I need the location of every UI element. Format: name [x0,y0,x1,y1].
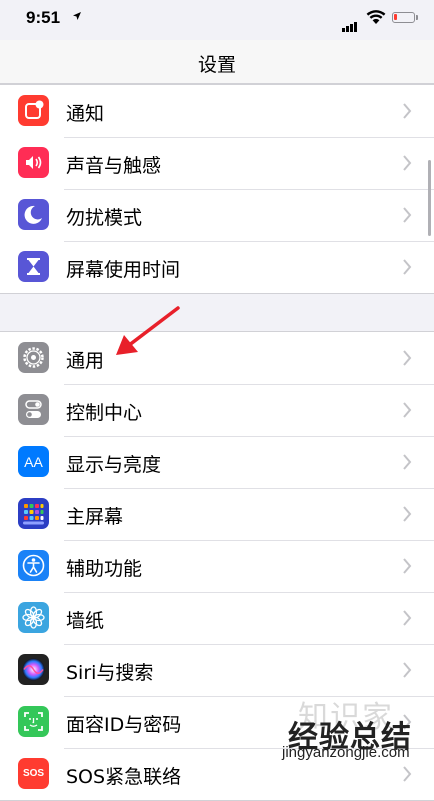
battery-level [394,14,397,20]
row-label: 通知 [66,103,105,125]
chevron-right-icon [403,558,412,574]
moon-icon [18,199,49,230]
settings-row-screen-time[interactable]: 屏幕使用时间 [0,241,434,293]
settings-row-face-id[interactable]: 面容ID与密码 [0,696,434,748]
battery-nub [416,15,418,20]
row-label: 控制中心 [66,402,143,424]
settings-row-wallpaper[interactable]: 墙纸 [0,592,434,644]
chevron-right-icon [403,402,412,418]
row-label: 墙纸 [66,610,105,632]
row-label: 通用 [66,350,105,372]
row-label: 主屏幕 [66,506,124,528]
settings-row-siri[interactable]: Siri与搜索 [0,644,434,696]
chevron-right-icon [403,714,412,730]
settings-row-general[interactable]: 通用 [0,332,434,384]
sos-icon-text: SOS [22,768,45,779]
sos-icon: SOS [18,758,49,789]
settings-row-sounds[interactable]: 声音与触感 [0,137,434,189]
aa-icon-text: AA [24,453,43,470]
settings-row-emergency-sos[interactable]: SOS SOS紧急联络 [0,748,434,800]
row-label: Siri与搜索 [66,662,154,684]
settings-group-2: 通用 控制中心 AA 显示与亮度 主屏幕 辅助功能 墙纸 Siri与搜索 面容I… [0,331,434,801]
home-grid-icon [18,498,49,529]
row-label: 声音与触感 [66,155,162,177]
hourglass-icon [18,251,49,282]
scroll-indicator[interactable] [428,160,431,236]
row-label: 面容ID与密码 [66,714,182,736]
settings-row-accessibility[interactable]: 辅助功能 [0,540,434,592]
cellular-signal-icon [342,13,358,32]
battery-icon [392,12,415,23]
settings-group-1: 通知 声音与触感 勿扰模式 屏幕使用时间 [0,84,434,294]
aa-icon: AA [18,446,49,477]
face-id-icon [18,706,49,737]
chevron-right-icon [403,454,412,470]
settings-row-notifications[interactable]: 通知 [0,85,434,137]
status-bar: 9:51 [0,0,434,40]
siri-icon [18,654,49,685]
location-icon [72,11,82,24]
notifications-icon [18,95,49,126]
chevron-right-icon [403,350,412,366]
chevron-right-icon [403,662,412,678]
accessibility-icon [18,550,49,581]
toggles-icon [18,394,49,425]
row-label: 屏幕使用时间 [66,259,181,281]
chevron-right-icon [403,103,412,119]
settings-row-do-not-disturb[interactable]: 勿扰模式 [0,189,434,241]
flower-icon [18,602,49,633]
chevron-right-icon [403,207,412,223]
chevron-right-icon [403,155,412,171]
page-title: 设置 [197,54,236,76]
wifi-icon [366,10,386,24]
settings-row-display[interactable]: AA 显示与亮度 [0,436,434,488]
sounds-icon [18,147,49,178]
settings-row-home-screen[interactable]: 主屏幕 [0,488,434,540]
chevron-right-icon [403,259,412,275]
row-label: 辅助功能 [66,558,143,580]
status-time: 9:51 [26,8,61,27]
row-label: 勿扰模式 [66,207,143,229]
chevron-right-icon [403,766,412,782]
settings-row-control-center[interactable]: 控制中心 [0,384,434,436]
gear-icon [18,342,49,373]
chevron-right-icon [403,610,412,626]
row-label: SOS紧急联络 [66,766,182,788]
chevron-right-icon [403,506,412,522]
navigation-bar: 设置 [0,40,434,84]
row-label: 显示与亮度 [66,454,162,476]
annotation-arrow-icon [116,306,180,355]
